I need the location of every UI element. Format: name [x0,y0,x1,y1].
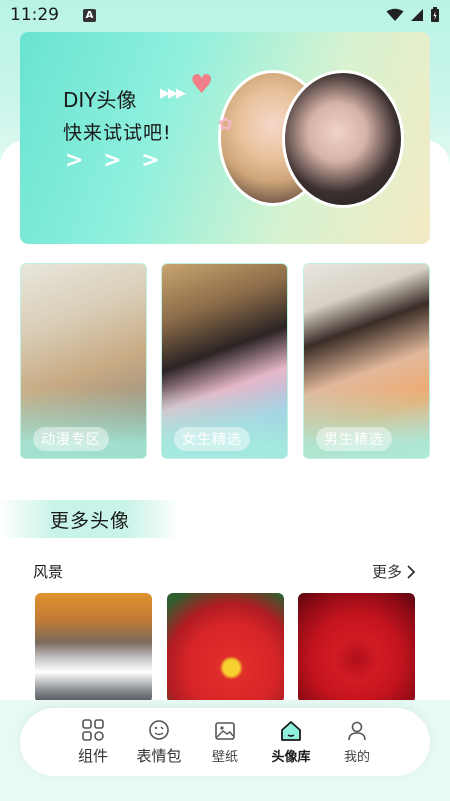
scenery-thumb-rose[interactable] [298,593,415,703]
heart-icon: ♥ [190,70,214,100]
nav-item-profile[interactable]: 我的 [327,719,387,765]
category-label: 女生精选 [174,427,250,451]
nav-label: 我的 [343,750,370,765]
more-avatars-heading: 更多头像 [0,500,180,538]
banner-subtitle: 快来试试吧! [63,122,172,144]
nav-item-wallpaper[interactable]: 壁纸 [195,719,255,765]
nav-label: 表情包 [136,747,182,765]
bunny-icon: ✿ [218,114,234,135]
avatar-sample-dark-hair [282,70,404,208]
category-card-girls[interactable]: 女生精选 [161,263,288,459]
accessibility-notification-icon: A [83,8,96,22]
nav-item-emoji[interactable]: 表情包 [129,718,189,766]
category-label: 动漫专区 [33,427,109,451]
status-bar: 11:29 A [0,0,450,30]
nav-item-widgets[interactable]: 组件 [63,718,123,766]
diy-avatar-banner[interactable]: DIY头像 ▶▶▶ 快来试试吧! > > > ♥ ✿ [20,32,430,244]
banner-arrow-icon: ▶▶▶ [160,86,186,101]
chevron-right-icon [407,564,416,579]
emoji-icon [149,720,169,740]
wifi-icon [386,8,404,21]
banner-chevrons-icon: > > > [65,148,166,173]
profile-icon [348,721,366,741]
signal-icon [411,9,423,21]
home-icon [281,721,301,741]
wallpaper-icon [215,722,235,740]
nav-item-avatar-library[interactable]: 头像库 [261,719,321,765]
category-card-anime[interactable]: 动漫专区 [20,263,147,459]
category-label: 男生精选 [316,427,392,451]
scenery-thumb-flower[interactable] [167,593,284,703]
more-label: 更多 [371,563,402,581]
scenery-more-link[interactable]: 更多 [372,561,416,582]
battery-icon [431,7,439,22]
bottom-nav: 组件 表情包 壁纸 头像库 我的 [20,708,430,776]
category-card-boys[interactable]: 男生精选 [303,263,430,459]
widgets-icon [82,719,104,741]
nav-label: 头像库 [271,750,311,765]
scenery-thumb-mountain[interactable] [35,593,152,703]
nav-label: 组件 [77,747,108,765]
banner-title: DIY头像 [63,88,137,112]
section-title: 更多头像 [49,509,130,532]
status-time: 11:29 [10,5,59,25]
scenery-row-title: 风景 [33,563,64,581]
nav-label: 壁纸 [211,750,238,765]
status-icons [386,7,440,23]
